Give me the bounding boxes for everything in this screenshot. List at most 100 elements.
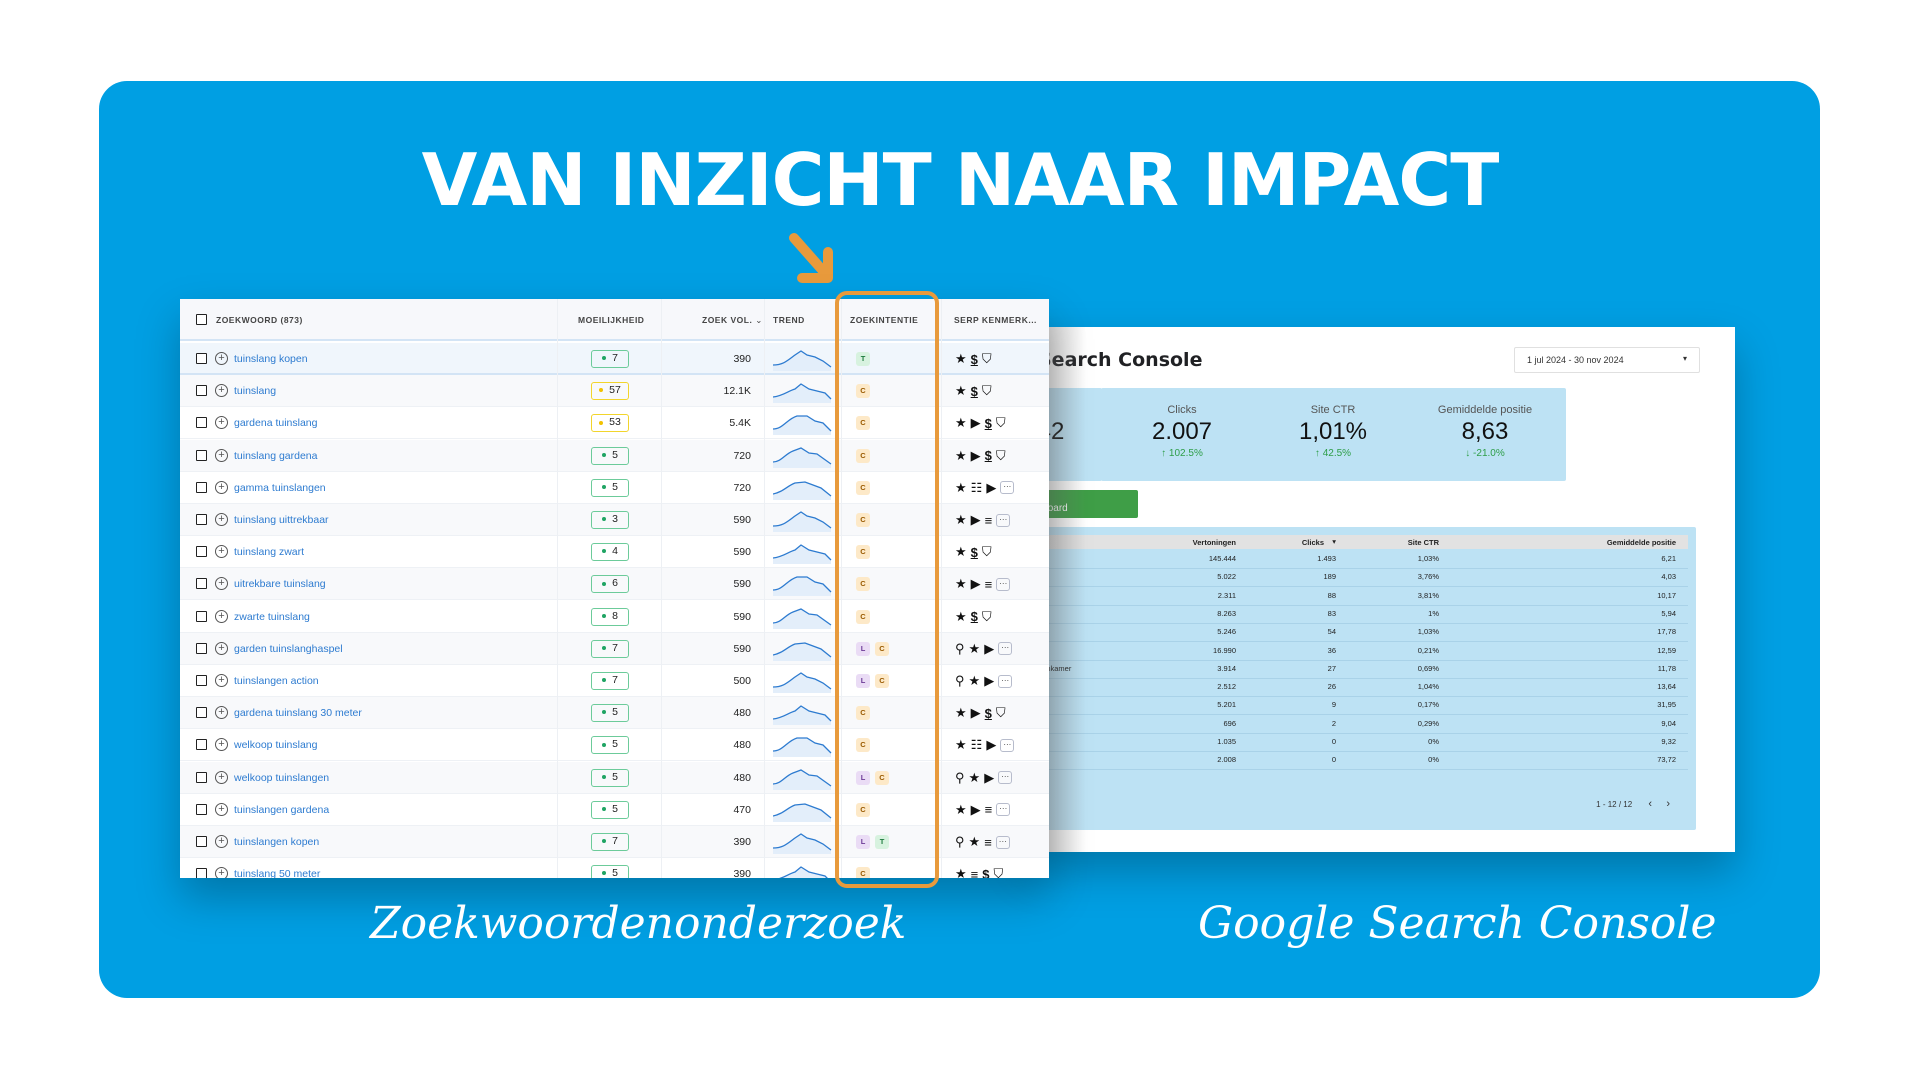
keyword-link[interactable]: tuinslangen kopen xyxy=(234,836,319,848)
select-all-checkbox[interactable] xyxy=(196,314,207,325)
more-icon[interactable]: ··· xyxy=(1000,738,1015,752)
add-circle-icon[interactable]: + xyxy=(215,480,228,494)
add-circle-icon[interactable]: + xyxy=(215,706,228,720)
row-checkbox[interactable] xyxy=(196,868,207,878)
row-checkbox[interactable] xyxy=(196,707,207,719)
keyword-link[interactable]: tuinslang zwart xyxy=(234,546,304,558)
dollar-coin-icon: $ xyxy=(982,866,990,878)
row-checkbox[interactable] xyxy=(196,449,207,461)
gsc-col-header[interactable]: Vertoningen xyxy=(1193,538,1236,547)
col-intent[interactable]: ZOEKINTENTIE xyxy=(850,315,918,325)
more-icon[interactable]: ··· xyxy=(998,771,1013,785)
add-circle-icon[interactable]: + xyxy=(215,867,228,878)
keyword-link[interactable]: gardena tuinslang 30 meter xyxy=(234,707,362,719)
keyword-link[interactable]: tuinslang xyxy=(234,385,276,397)
difficulty-dot-icon xyxy=(602,839,607,844)
col-serp-features[interactable]: SERP KENMERK... xyxy=(954,315,1037,325)
add-circle-icon[interactable]: + xyxy=(215,609,228,623)
intent-badge: T xyxy=(875,835,889,849)
more-icon[interactable]: ··· xyxy=(995,835,1010,849)
keyword-link[interactable]: tuinslang gardena xyxy=(234,450,317,462)
more-icon[interactable]: ··· xyxy=(998,642,1013,656)
add-circle-icon[interactable]: + xyxy=(215,513,228,526)
add-circle-icon[interactable]: + xyxy=(215,641,228,655)
difficulty-dot-icon xyxy=(602,742,607,747)
column-divider xyxy=(841,299,842,878)
add-circle-icon[interactable]: + xyxy=(215,384,228,398)
keyword-link[interactable]: gamma tuinslangen xyxy=(234,482,326,494)
add-circle-icon[interactable]: + xyxy=(215,577,228,591)
row-checkbox[interactable] xyxy=(196,610,207,622)
row-checkbox[interactable] xyxy=(196,642,207,654)
difficulty-value: 6 xyxy=(612,577,618,590)
gsc-cell-clicks: 88 xyxy=(1327,590,1336,600)
sparkline-area xyxy=(773,384,831,404)
keyword-link[interactable]: zwarte tuinslang xyxy=(234,611,310,623)
keyword-link[interactable]: tuinslangen action xyxy=(234,675,319,687)
keyword-link[interactable]: welkoop tuinslang xyxy=(234,739,317,751)
gsc-cell-ctr: 1,03% xyxy=(1417,554,1439,563)
row-checkbox[interactable] xyxy=(196,803,207,815)
row-checkbox[interactable] xyxy=(196,514,207,525)
add-circle-icon[interactable]: + xyxy=(215,545,228,559)
add-circle-icon[interactable]: + xyxy=(215,352,228,365)
chevron-right-icon[interactable]: › xyxy=(1666,798,1670,810)
more-icon[interactable]: ··· xyxy=(996,513,1011,527)
chevron-left-icon[interactable]: ‹ xyxy=(1648,798,1652,810)
serp-features: ★ ▶ $ ⛉ xyxy=(955,447,1006,465)
keyword-link[interactable]: tuinslang 50 meter xyxy=(234,868,320,878)
add-circle-icon[interactable]: + xyxy=(215,448,228,462)
serp-features: ⚲ ★ ≡ ··· xyxy=(955,833,1010,851)
col-difficulty[interactable]: MOEILIJKHEID xyxy=(578,315,644,325)
row-checkbox[interactable] xyxy=(196,353,207,364)
gsc-col-header[interactable]: Site CTR xyxy=(1408,538,1439,547)
add-circle-icon[interactable]: + xyxy=(215,835,228,848)
kpi-label: Gemiddelde positie xyxy=(1437,404,1533,416)
keyword-link[interactable]: welkoop tuinslangen xyxy=(234,772,329,784)
column-divider xyxy=(764,299,765,878)
row-checkbox[interactable] xyxy=(196,578,207,590)
keyword-link[interactable]: tuinslangen gardena xyxy=(234,804,329,816)
add-circle-icon[interactable]: + xyxy=(215,802,228,816)
row-checkbox[interactable] xyxy=(196,417,207,429)
keyword-link[interactable]: uitrekbare tuinslang xyxy=(234,578,326,590)
star-icon: ★ xyxy=(955,705,967,721)
date-range-select[interactable]: 1 jul 2024 - 30 nov 2024 ▾ xyxy=(1514,347,1700,373)
row-divider xyxy=(1026,751,1688,752)
add-circle-icon[interactable]: + xyxy=(215,416,228,430)
row-checkbox[interactable] xyxy=(196,385,207,397)
keyword-link[interactable]: garden tuinslanghaspel xyxy=(234,643,343,655)
col-keyword[interactable]: ZOEKWOORD (873) xyxy=(216,315,303,325)
add-circle-icon[interactable]: + xyxy=(215,738,228,752)
more-icon[interactable]: ··· xyxy=(1000,481,1015,495)
caret-down-icon: ▾ xyxy=(1332,537,1336,546)
gsc-cell-impressions: 2.512 xyxy=(1217,682,1236,692)
more-icon[interactable]: ··· xyxy=(996,577,1011,591)
row-checkbox[interactable] xyxy=(196,481,207,493)
video-icon: ▶ xyxy=(984,673,995,688)
row-checkbox[interactable] xyxy=(196,836,207,847)
add-circle-icon[interactable]: + xyxy=(215,674,228,687)
row-checkbox[interactable] xyxy=(196,546,207,558)
search-volume: 480 xyxy=(733,739,751,752)
keyword-link[interactable]: tuinslang kopen xyxy=(234,353,308,365)
row-checkbox[interactable] xyxy=(196,739,207,751)
gsc-col-header[interactable]: Clicks xyxy=(1302,538,1324,547)
table-row: + uitrekbare tuinslang 6 590 C ★ ▶ ≡ ··· xyxy=(180,568,1049,601)
more-icon[interactable]: ··· xyxy=(998,674,1013,688)
intent-badge: C xyxy=(856,416,870,431)
gsc-col-header[interactable]: Gemiddelde positie xyxy=(1607,538,1676,547)
row-checkbox[interactable] xyxy=(196,771,207,783)
keyword-link[interactable]: gardena tuinslang xyxy=(234,417,317,429)
table-row: + zwarte tuinslang 8 590 C ★ $ ⛉ xyxy=(180,601,1049,633)
add-circle-icon[interactable]: + xyxy=(215,770,228,784)
gsc-cell-impressions: 5.201 xyxy=(1217,700,1236,710)
star-icon: ★ xyxy=(968,640,981,656)
gsc-cell-ctr: 0,17% xyxy=(1417,700,1439,710)
kpi-card: Gemiddelde positie 8,63 ↓ -21.0% xyxy=(1404,388,1566,481)
col-volume[interactable]: ZOEK VOL. ⌄ xyxy=(702,315,763,326)
row-checkbox[interactable] xyxy=(196,675,207,686)
difficulty-dot-icon xyxy=(602,774,607,779)
keyword-link[interactable]: tuinslang uittrekbaar xyxy=(234,514,329,526)
more-icon[interactable]: ··· xyxy=(996,803,1011,817)
